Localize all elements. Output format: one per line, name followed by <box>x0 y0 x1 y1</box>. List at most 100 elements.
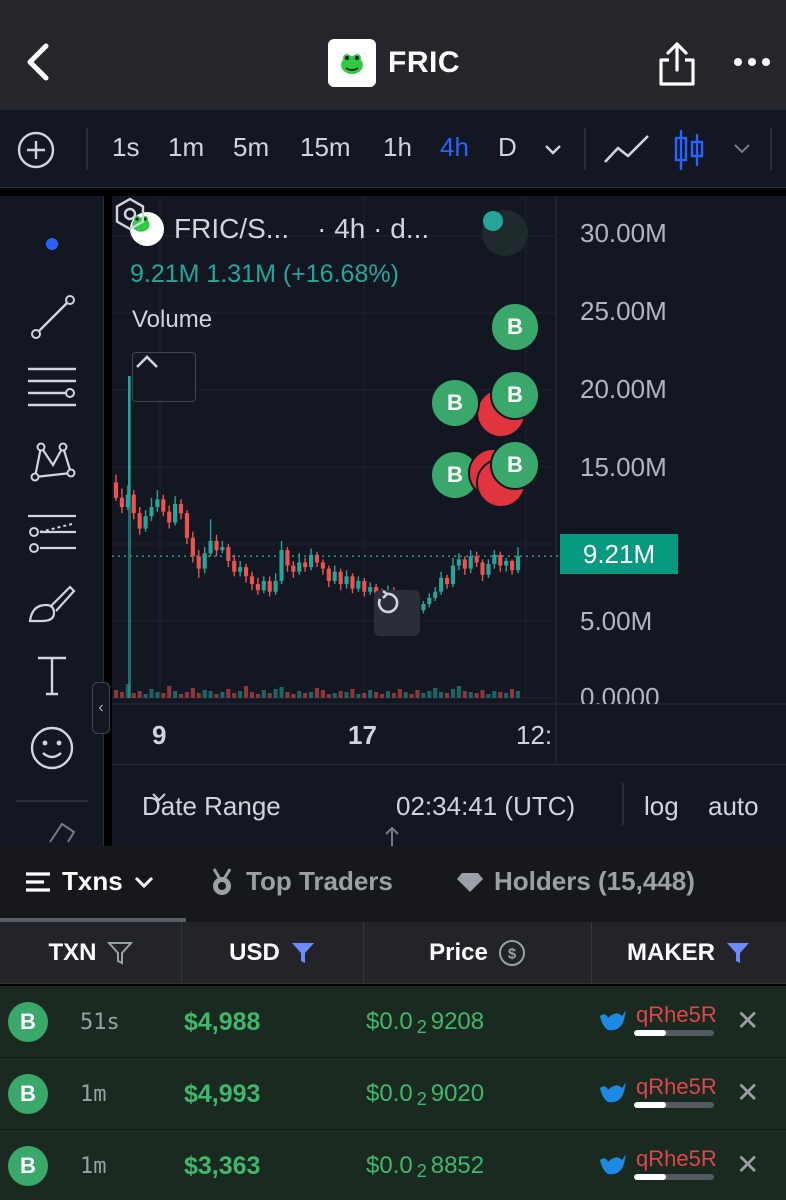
candle-body <box>261 580 266 591</box>
share-icon[interactable] <box>656 40 698 88</box>
timeframe-1m[interactable]: 1m <box>168 132 204 163</box>
forecast-tool[interactable] <box>24 504 80 560</box>
chart-toolbar: 1s 1m 5m 15m 1h 4h D <box>0 110 786 188</box>
volume-bar <box>143 694 148 698</box>
candles-icon[interactable] <box>672 128 706 172</box>
trend-line-tool[interactable] <box>24 288 80 344</box>
volume-bar <box>161 693 166 698</box>
app-header: FRIC <box>0 0 786 110</box>
candle-body <box>515 556 521 571</box>
collapse-legend-button[interactable] <box>132 352 196 402</box>
toolbar-divider <box>584 128 586 170</box>
volume-bar <box>255 694 260 698</box>
tab-label: Holders (15,448) <box>494 866 695 896</box>
volume-bar <box>214 694 219 698</box>
candle-body <box>421 604 426 611</box>
candle-body <box>167 511 172 523</box>
tx-price: $0.0 2 9020 <box>366 1080 484 1110</box>
price-prefix: $0.0 <box>366 1008 413 1035</box>
live-status-dot <box>482 210 528 256</box>
volume-bar <box>291 694 296 698</box>
buy-marker[interactable]: B <box>430 378 480 428</box>
dot-icon <box>46 238 58 250</box>
utc-clock[interactable]: 02:34:41 (UTC) <box>396 791 575 822</box>
line-chart-icon[interactable] <box>602 128 652 170</box>
price-chart[interactable]: FRIC/S... · 4h · d... 9.21M 1.31M (+16.6… <box>112 196 786 846</box>
ruler-icon[interactable] <box>46 820 78 844</box>
volume-bar <box>303 693 308 698</box>
tools-divider <box>16 800 88 802</box>
pattern-tool[interactable] <box>24 432 80 488</box>
volume-bar <box>326 694 331 698</box>
timeframe-1s[interactable]: 1s <box>112 132 139 163</box>
tx-age: 51s <box>80 1010 120 1035</box>
diamond-icon <box>457 872 483 892</box>
candle-body <box>131 494 136 514</box>
filter-active-icon[interactable] <box>725 941 751 965</box>
column-header-maker[interactable]: MAKER <box>592 922 786 984</box>
tx-age: 1m <box>80 1154 107 1179</box>
date-range-button[interactable]: Date Range <box>142 791 281 822</box>
tab-holders[interactable]: Holders (15,448) <box>456 866 695 897</box>
close-icon[interactable]: ✕ <box>736 1076 759 1109</box>
buy-marker[interactable]: B <box>490 302 540 352</box>
collapse-tools-handle[interactable]: ‹ <box>92 682 110 734</box>
chevron-down-icon[interactable] <box>732 142 752 156</box>
volume-bar <box>510 689 515 698</box>
tab-txns[interactable]: Txns <box>24 866 155 897</box>
brush-icon <box>28 585 76 623</box>
y-tick-label: 20.00M <box>580 374 667 404</box>
timeframe-15m[interactable]: 15m <box>300 132 351 163</box>
maker-progress-fill <box>634 1174 666 1180</box>
filter-active-icon[interactable] <box>290 941 316 965</box>
table-row[interactable]: B 1m $3,363 $0.0 2 8852 qRhe5R ✕ <box>0 1130 786 1200</box>
cursor-tool[interactable] <box>24 216 80 272</box>
timeframe-5m[interactable]: 5m <box>233 132 269 163</box>
reset-chart-button[interactable] <box>374 590 420 636</box>
tx-usd: $4,993 <box>184 1080 261 1108</box>
svg-text:$: $ <box>508 946 517 963</box>
more-icon[interactable] <box>732 52 772 72</box>
candle-body <box>474 556 479 563</box>
back-arrow-icon[interactable] <box>18 40 62 84</box>
volume-bar <box>131 693 136 698</box>
settings-hexagon-icon[interactable] <box>112 196 148 232</box>
volume-bar <box>261 690 266 698</box>
buy-marker[interactable]: B <box>490 440 540 490</box>
text-tool[interactable] <box>24 648 80 704</box>
timeframe-d[interactable]: D <box>498 132 517 163</box>
candle-body <box>137 513 142 529</box>
volume-bar <box>267 693 272 698</box>
filter-outline-icon[interactable] <box>106 941 133 965</box>
legend-interval: · 4h · d... <box>317 213 430 244</box>
candle-body <box>486 564 491 575</box>
dollar-circle-icon[interactable]: $ <box>498 939 526 967</box>
timeframe-4h[interactable]: 4h <box>440 132 469 163</box>
buy-marker[interactable]: B <box>490 370 540 420</box>
tab-top-traders[interactable]: Top Traders <box>208 866 393 897</box>
log-scale-toggle[interactable]: log <box>644 791 679 822</box>
column-header-usd[interactable]: USD <box>182 922 364 984</box>
candle-body <box>285 550 290 566</box>
maker-address[interactable]: qRhe5R <box>636 1002 717 1028</box>
add-indicator-icon[interactable] <box>16 130 56 170</box>
brush-tool[interactable] <box>24 576 80 632</box>
emoji-tool[interactable] <box>24 720 80 776</box>
close-icon[interactable]: ✕ <box>736 1004 759 1037</box>
timeframe-1h[interactable]: 1h <box>383 132 412 163</box>
table-row[interactable]: B 51s $4,988 $0.0 2 9208 qRhe5R ✕ <box>0 986 786 1058</box>
candle-body <box>143 516 148 529</box>
auto-scale-toggle[interactable]: auto <box>708 791 759 822</box>
maker-address[interactable]: qRhe5R <box>636 1074 717 1100</box>
candle-body <box>350 576 355 589</box>
fib-tool[interactable] <box>24 360 80 416</box>
column-header-price[interactable]: Price $ <box>364 922 592 984</box>
volume-bar <box>220 692 225 698</box>
volume-bar <box>498 692 503 698</box>
maker-address[interactable]: qRhe5R <box>636 1146 717 1172</box>
column-header-txn[interactable]: TXN <box>0 922 182 984</box>
chevron-down-icon[interactable] <box>542 140 564 158</box>
table-row[interactable]: B 1m $4,993 $0.0 2 9020 qRhe5R ✕ <box>0 1058 786 1130</box>
close-icon[interactable]: ✕ <box>736 1148 759 1181</box>
candle-body <box>273 580 278 592</box>
